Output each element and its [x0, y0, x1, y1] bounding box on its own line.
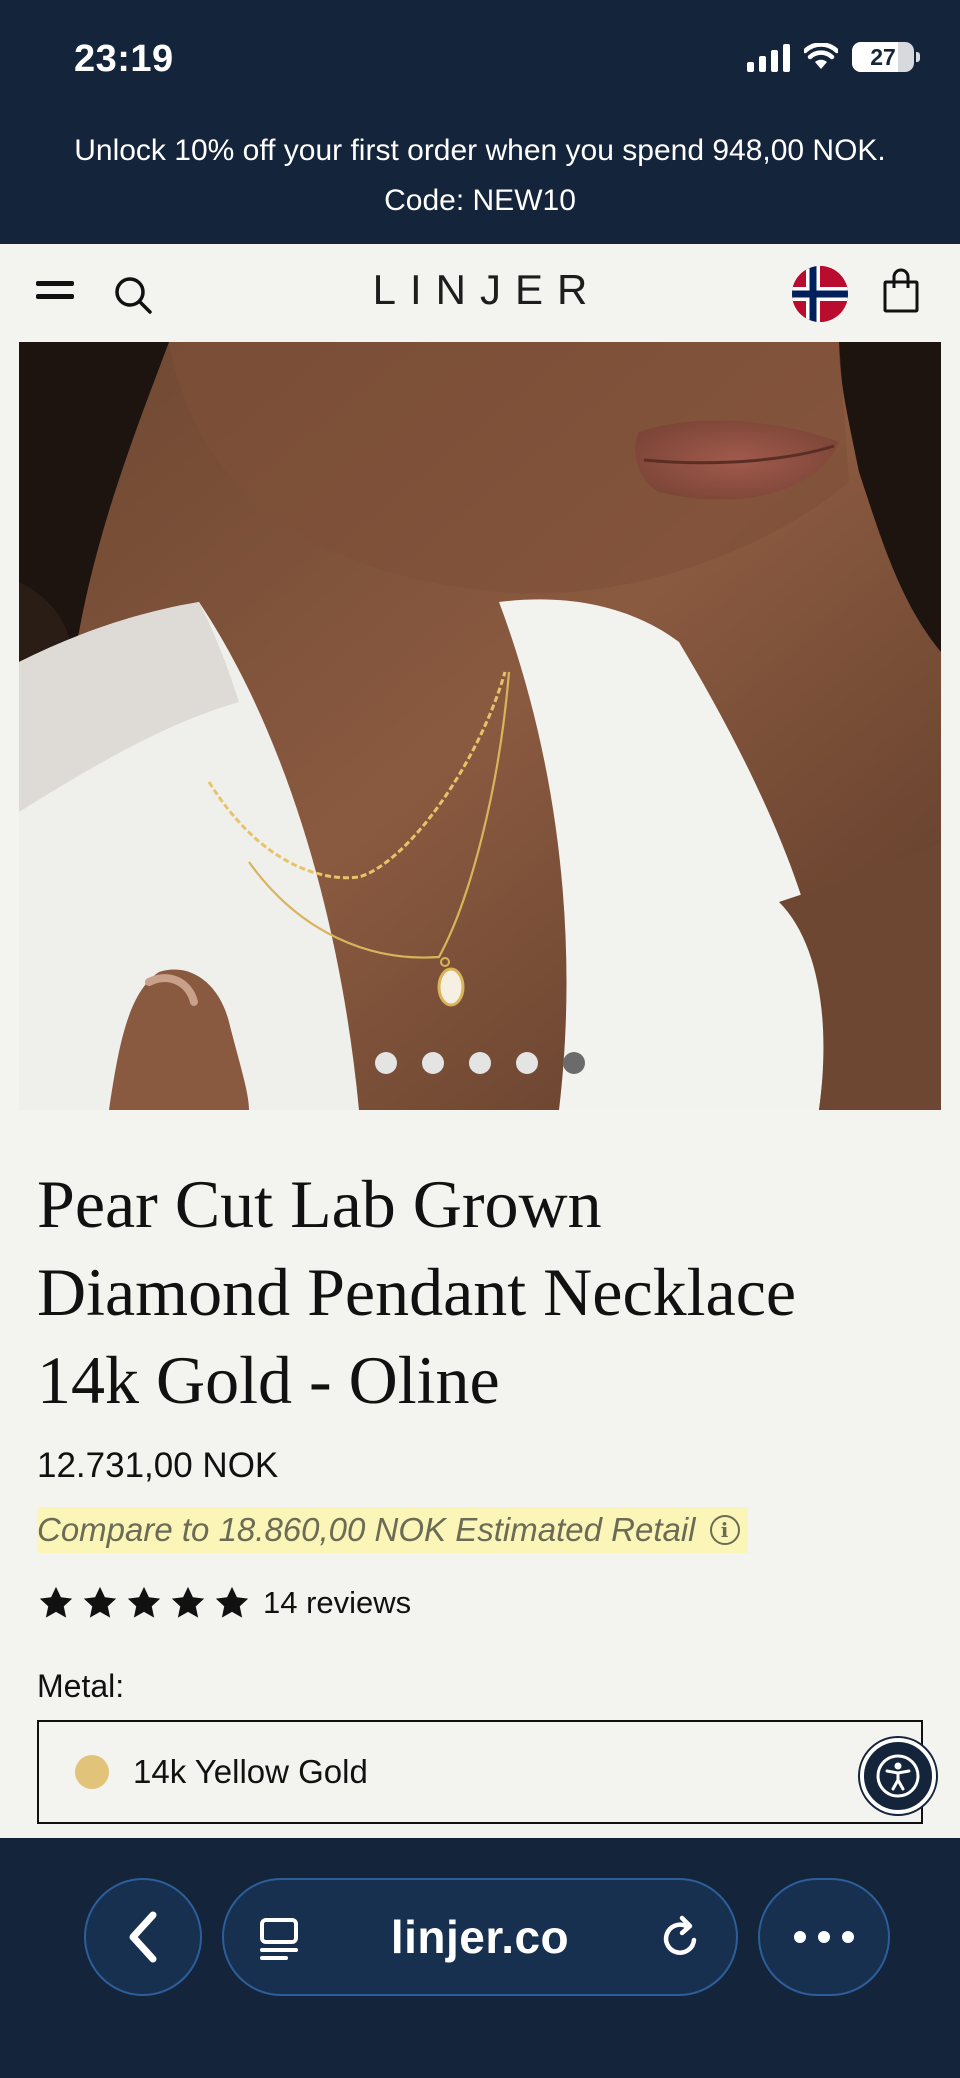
accessibility-icon	[876, 1754, 920, 1798]
address-bar[interactable]: linjer.co	[222, 1878, 738, 1996]
product-image[interactable]	[19, 342, 941, 1110]
top-banner: 23:19 27 Unlock 10% off your first order…	[0, 0, 960, 244]
star-icon	[83, 1586, 117, 1618]
battery-icon: 27	[852, 42, 920, 72]
reload-icon[interactable]	[656, 1914, 706, 1964]
product-title-line-1: Pear Cut Lab Grown	[37, 1166, 602, 1242]
compare-price-badge: Compare to 18.860,00 NOK Estimated Retai…	[37, 1507, 748, 1553]
promo-banner[interactable]: Unlock 10% off your first order when you…	[0, 126, 960, 226]
info-icon[interactable]: i	[709, 1515, 740, 1545]
gallery-dot[interactable]	[469, 1052, 491, 1074]
shopping-bag-icon[interactable]	[882, 268, 920, 314]
wifi-icon	[804, 43, 838, 69]
star-icon	[39, 1586, 73, 1618]
url-text: linjer.co	[390, 1911, 570, 1963]
browser-toolbar: linjer.co	[0, 1838, 960, 2078]
reviews-link[interactable]: 14 reviews	[263, 1585, 411, 1621]
gallery-dot-active[interactable]	[563, 1052, 585, 1074]
product-title: Pear Cut Lab Grown Diamond Pendant Neckl…	[37, 1160, 917, 1424]
status-icons: 27	[747, 42, 920, 72]
star-icon	[215, 1586, 249, 1618]
gallery-dot[interactable]	[375, 1052, 397, 1074]
status-time: 23:19	[74, 38, 174, 80]
promo-code: Code: NEW10	[384, 184, 576, 217]
cellular-signal-icon	[747, 42, 790, 72]
model-necklace-photo	[19, 342, 941, 1110]
ellipsis-icon	[794, 1931, 854, 1943]
promo-line-1: Unlock 10% off your first order when you…	[74, 134, 886, 167]
product-price: 12.731,00 NOK	[37, 1446, 279, 1485]
gold-swatch	[75, 1755, 109, 1789]
metal-label: Metal:	[37, 1668, 125, 1704]
product-title-line-3: 14k Gold - Oline	[37, 1342, 500, 1418]
gallery-pagination	[19, 1052, 941, 1074]
rating-summary[interactable]: 14 reviews	[37, 1584, 411, 1622]
product-title-line-2: Diamond Pendant Necklace	[37, 1254, 797, 1330]
back-button[interactable]	[84, 1878, 202, 1996]
metal-selected-value: 14k Yellow Gold	[133, 1753, 368, 1790]
gallery-dot[interactable]	[422, 1052, 444, 1074]
accessibility-button[interactable]	[860, 1738, 936, 1814]
star-icon	[171, 1586, 205, 1618]
gallery-dot[interactable]	[516, 1052, 538, 1074]
chevron-left-icon	[129, 1911, 157, 1963]
metal-select[interactable]: 14k Yellow Gold	[37, 1720, 923, 1824]
star-icon	[127, 1586, 161, 1618]
norway-flag-icon[interactable]	[792, 266, 848, 322]
battery-level: 27	[870, 43, 896, 70]
more-options-button[interactable]	[758, 1878, 890, 1996]
compare-price-text: Compare to 18.860,00 NOK Estimated Retai…	[37, 1511, 696, 1548]
tabs-icon[interactable]	[256, 1914, 306, 1964]
star-rating	[37, 1584, 251, 1622]
site-header: LINJER	[0, 244, 960, 342]
